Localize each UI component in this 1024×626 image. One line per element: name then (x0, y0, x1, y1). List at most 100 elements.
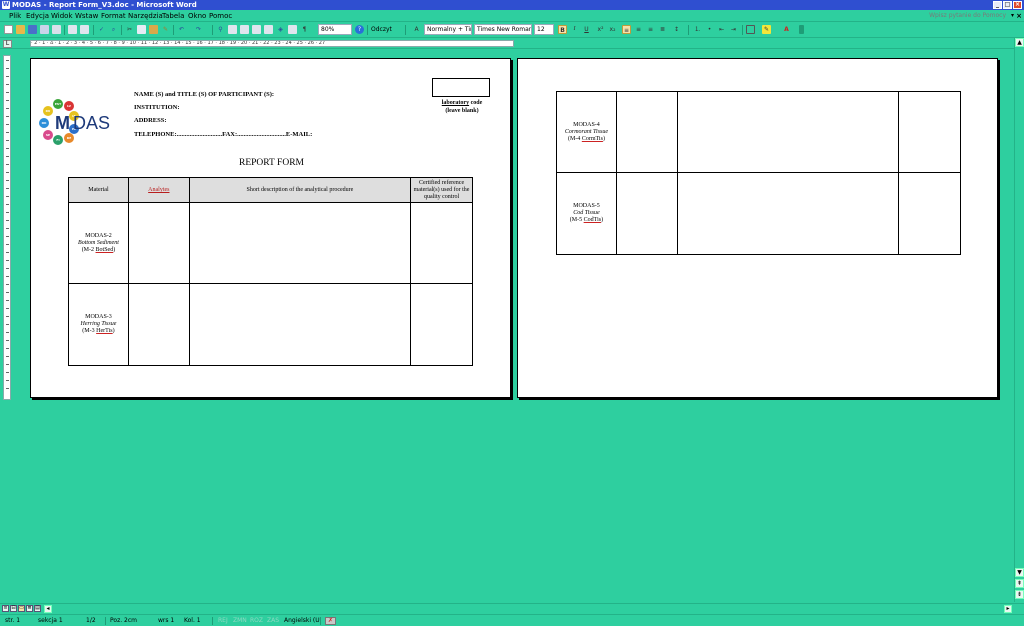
highlight-icon[interactable]: ✎ (762, 25, 771, 34)
horizontal-scrollbar[interactable]: ≡ ⊟ ▭ ≣ ▤ ◂ ▸ (0, 603, 1024, 613)
styles-icon[interactable]: A (412, 25, 421, 34)
material-cell[interactable]: MODAS-2 Bottom Sediment (M-2 BotSed) (68, 202, 129, 284)
show-hide-icon[interactable]: ¶ (300, 25, 309, 34)
status-ovr[interactable]: ZAS (267, 616, 279, 626)
scroll-down-icon[interactable]: ▼ (1015, 568, 1024, 577)
columns-icon[interactable] (264, 25, 273, 34)
font-size-select[interactable]: 12 (534, 24, 554, 35)
crm-cell[interactable] (898, 172, 961, 255)
tables-borders-icon[interactable] (228, 25, 237, 34)
description-cell[interactable] (676, 172, 900, 255)
scroll-left-icon[interactable]: ◂ (44, 605, 52, 613)
borders-icon[interactable] (746, 25, 755, 34)
bold-button[interactable]: B (558, 25, 567, 34)
font-color-icon[interactable]: A (782, 25, 791, 34)
hyperlink-icon[interactable]: ⚲ (216, 25, 225, 34)
close-document-button[interactable]: × (1016, 11, 1022, 21)
redo-icon[interactable]: ↷ (194, 25, 203, 34)
decrease-indent-icon[interactable]: ⇤ (717, 25, 726, 34)
numbering-icon[interactable]: ⒈ (693, 25, 702, 34)
paste-icon[interactable] (149, 25, 158, 34)
web-layout-icon[interactable]: ⊟ (10, 605, 17, 612)
menu-tabela[interactable]: Tabela (162, 11, 184, 21)
crm-cell[interactable] (898, 91, 961, 173)
spelling-status-icon[interactable]: ✗ (325, 617, 336, 625)
underline-button[interactable]: U (582, 25, 591, 34)
analytes-cell[interactable] (127, 283, 190, 366)
description-cell[interactable] (188, 283, 412, 366)
tab-selector[interactable]: L (3, 40, 12, 48)
menu-widok[interactable]: Widok (51, 11, 73, 21)
bullets-icon[interactable]: • (705, 25, 714, 34)
open-folder-icon[interactable] (16, 25, 25, 34)
zoom-select[interactable]: 80% (318, 24, 352, 35)
help-icon[interactable]: ? (355, 25, 364, 34)
justify-icon[interactable]: ≣ (658, 25, 667, 34)
menu-edycja[interactable]: Edycja (26, 11, 49, 21)
help-search-input[interactable]: Wpisz pytanie do Pomocy (929, 11, 1006, 21)
scroll-right-icon[interactable]: ▸ (1004, 605, 1012, 613)
read-button[interactable]: Odczyt (371, 24, 392, 35)
undo-icon[interactable]: ↶ (177, 25, 186, 34)
analytes-cell[interactable] (615, 91, 678, 173)
menu-format[interactable]: Format (101, 11, 126, 21)
previous-page-icon[interactable]: ⇞ (1015, 579, 1024, 588)
analytes-cell[interactable] (615, 172, 678, 255)
status-trk[interactable]: ZMN (233, 616, 247, 626)
page-1[interactable]: EST LV LT PL DE FI SE DK RU M DAS NAME (… (30, 58, 511, 398)
print-preview-icon[interactable] (80, 25, 89, 34)
next-page-icon[interactable]: ⇟ (1015, 590, 1024, 599)
line-spacing-icon[interactable]: ↕ (672, 25, 681, 34)
scroll-up-icon[interactable]: ▲ (1015, 38, 1024, 47)
vertical-scrollbar[interactable]: ▲ ▼ ⇞ ⇟ (1014, 38, 1024, 602)
document-workspace[interactable]: EST LV LT PL DE FI SE DK RU M DAS NAME (… (14, 50, 1012, 602)
print-layout-icon[interactable]: ▭ (18, 605, 25, 612)
material-cell[interactable]: MODAS-3 Herring Tissue (M-3 HerTis) (68, 283, 129, 366)
subscript-icon[interactable]: x₂ (608, 25, 617, 34)
email-icon[interactable] (52, 25, 61, 34)
close-button[interactable]: × (1013, 1, 1022, 9)
superscript-icon[interactable]: x² (596, 25, 605, 34)
toolbar-options-icon[interactable] (799, 25, 804, 34)
new-document-icon[interactable] (4, 25, 13, 34)
menu-okno[interactable]: Okno (188, 11, 206, 21)
crm-cell[interactable] (410, 283, 473, 366)
spelling-icon[interactable]: ✓ (97, 25, 106, 34)
document-map-icon[interactable] (288, 25, 297, 34)
reading-layout-icon[interactable]: ▤ (34, 605, 41, 612)
status-ext[interactable]: ROZ (250, 616, 263, 626)
permission-icon[interactable] (40, 25, 49, 34)
description-cell[interactable] (676, 91, 900, 173)
menu-pomoc[interactable]: Pomoc (209, 11, 232, 21)
status-language[interactable]: Angielski (U (284, 616, 320, 626)
description-cell[interactable] (188, 202, 412, 284)
insert-excel-icon[interactable] (252, 25, 261, 34)
menu-wstaw[interactable]: Wstaw (75, 11, 98, 21)
save-icon[interactable] (28, 25, 37, 34)
style-select[interactable]: Normalny + Tin (424, 24, 472, 35)
align-left-icon[interactable]: ≡ (622, 25, 631, 34)
analytes-cell[interactable] (127, 202, 190, 284)
minimize-button[interactable]: _ (993, 1, 1002, 9)
material-cell[interactable]: MODAS-5 Cod Tissue (M-5 CodTis) (556, 172, 617, 255)
maximize-button[interactable]: □ (1003, 1, 1012, 9)
copy-icon[interactable] (137, 25, 146, 34)
drawing-icon[interactable]: ◈ (276, 25, 285, 34)
cut-icon[interactable]: ✂ (125, 25, 134, 34)
word-app-icon[interactable]: W (2, 1, 10, 9)
italic-button[interactable]: I (570, 25, 579, 34)
format-painter-icon[interactable]: ✎ (161, 25, 170, 34)
research-icon[interactable]: ⌕ (109, 25, 118, 34)
increase-indent-icon[interactable]: ⇥ (729, 25, 738, 34)
font-select[interactable]: Times New Roman (474, 24, 532, 35)
crm-cell[interactable] (410, 202, 473, 284)
horizontal-ruler[interactable]: · 2 · 1 · ⌂ · 1 · 2 · 3 · 4 · 5 · 6 · 7 … (30, 40, 514, 47)
material-cell[interactable]: MODAS-4 Cormorant Tissue (M-4 CormTis) (556, 91, 617, 173)
menu-plik[interactable]: Plik (9, 11, 21, 21)
normal-view-icon[interactable]: ≡ (2, 605, 9, 612)
print-icon[interactable] (68, 25, 77, 34)
align-center-icon[interactable]: ≡ (634, 25, 643, 34)
laboratory-code-box[interactable] (432, 78, 490, 97)
chevron-down-icon[interactable]: ▾ (1011, 11, 1014, 21)
menu-narzedzia[interactable]: Narzędzia (128, 11, 163, 21)
